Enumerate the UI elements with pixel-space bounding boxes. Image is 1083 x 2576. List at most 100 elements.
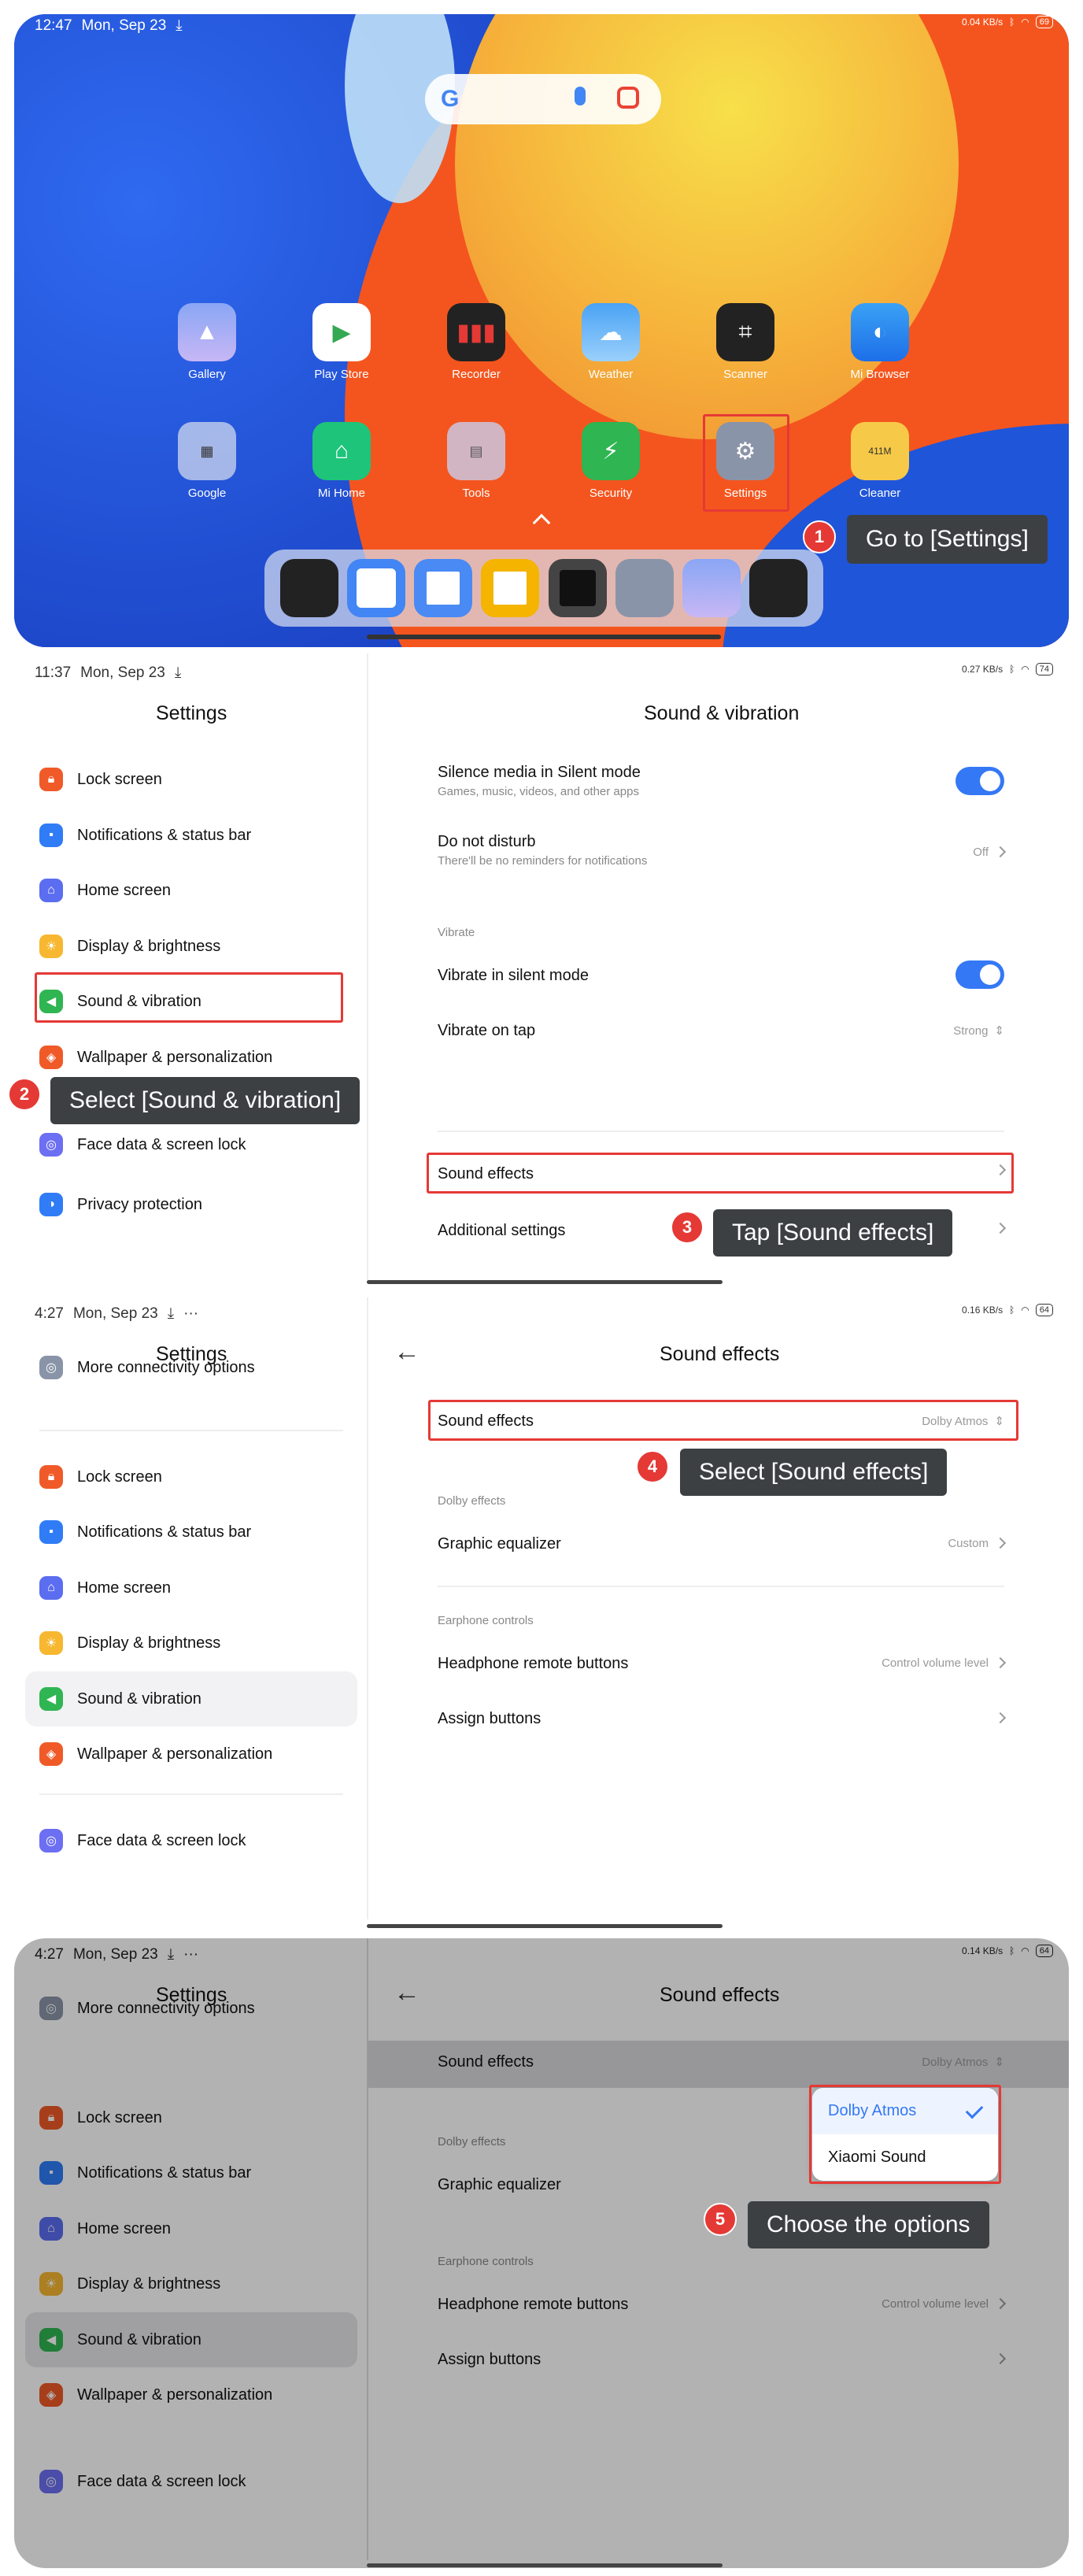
home-indicator[interactable] (367, 1924, 723, 1928)
equalizer-row[interactable]: Graphic equalizer Custom (438, 1535, 1007, 1553)
cleaner-icon: 411M (851, 422, 909, 480)
instruction-callout: Go to [Settings] (847, 515, 1048, 564)
sidebar-item-wallpaper[interactable]: ◈ Wallpaper & personalization (39, 1037, 272, 1078)
vibrate-toggle[interactable] (955, 960, 1004, 989)
app-play-store[interactable]: ▶ Play Store (294, 303, 389, 381)
more-icon: ··· (183, 1305, 199, 1322)
page-title: Sound & vibration (644, 702, 800, 724)
highlight-settings (703, 414, 789, 512)
silence-toggle[interactable] (955, 767, 1004, 795)
status-bar: 11:37 Mon, Sep 23 ⤓ (35, 664, 181, 682)
row-value: Strong ⇕ (953, 1023, 1004, 1038)
sidebar-item-privacy[interactable]: ◑ Privacy protection (39, 1184, 202, 1225)
lens-icon[interactable] (617, 87, 639, 109)
sidebar-item-label: Lock screen (77, 1468, 162, 1486)
step-badge: 1 (803, 520, 836, 553)
home-indicator[interactable] (367, 1280, 723, 1284)
home-indicator[interactable] (367, 2563, 723, 2567)
recorder-icon: ▮▮▮ (447, 303, 505, 361)
instruction-callout: Select [Sound & vibration] (50, 1077, 360, 1124)
notification-icon: ▪ (39, 1520, 63, 1544)
app-scanner[interactable]: ⌗ Scanner (698, 303, 793, 381)
chevron-right-icon (994, 1656, 1007, 1669)
sidebar-item-home-screen[interactable]: ⌂ Home screen (39, 870, 171, 911)
chrome-icon[interactable] (346, 559, 405, 617)
sidebar-item-home-screen[interactable]: ⌂ Home screen (39, 1567, 171, 1608)
app-tools[interactable]: ▤ Tools (429, 422, 523, 500)
gallery-icon[interactable] (682, 559, 741, 617)
app-weather[interactable]: ☁ Weather (564, 303, 658, 381)
sidebar-item-connectivity[interactable]: ◎ More connectivity options (39, 1354, 255, 1381)
app-label: Google (187, 487, 227, 500)
instruction-callout: Choose the options (748, 2201, 989, 2248)
camera-icon[interactable] (548, 559, 607, 617)
assign-buttons-row[interactable]: Assign buttons (438, 1710, 1007, 1728)
instruction-callout: Select [Sound effects] (680, 1449, 948, 1496)
vibrate-tap-row[interactable]: Vibrate on tap Strong ⇕ (438, 1022, 1004, 1040)
battery-icon: 64 (1035, 1304, 1053, 1316)
speaker-icon: ◀ (39, 1687, 63, 1711)
app-label: Weather (588, 368, 634, 381)
google-icon[interactable]: G (441, 86, 459, 113)
app-google[interactable]: ▦ Google (160, 422, 254, 500)
app-label: Mi Home (317, 487, 365, 500)
vibrate-tap-value: Strong (953, 1024, 989, 1038)
recorder-icon[interactable] (279, 559, 338, 617)
sidebar-item-display[interactable]: ☀ Display & brightness (39, 926, 220, 967)
pane-divider (367, 653, 368, 1283)
pane-divider (367, 1297, 368, 1919)
sidebar-item-lock-screen[interactable]: 🔒︎ Lock screen (39, 1456, 162, 1497)
home-indicator[interactable] (367, 635, 721, 639)
back-arrow-icon[interactable]: ← (394, 1337, 420, 1368)
app-label: Recorder (452, 368, 501, 381)
gear-icon[interactable] (615, 559, 674, 617)
app-gallery[interactable]: ▲ Gallery (160, 303, 254, 381)
home-icon: ⌂ (39, 879, 63, 902)
lock-icon: 🔒︎ (39, 1465, 63, 1489)
section-label: Vibrate (438, 926, 475, 939)
sidebar-item-face-data[interactable]: ◎ Face data & screen lock (39, 1820, 246, 1861)
row-title: Graphic equalizer (438, 1535, 561, 1553)
mic-icon[interactable] (575, 87, 586, 105)
app-cleaner[interactable]: 411M Cleaner (833, 422, 927, 500)
google-search-bar[interactable]: G (425, 74, 661, 124)
app-mi-browser[interactable]: ◐ Mi Browser (833, 303, 927, 381)
vibrate-silent-row[interactable]: Vibrate in silent mode (438, 960, 1004, 989)
scanner-icon[interactable] (749, 559, 808, 617)
silence-media-row[interactable]: Silence media in Silent mode Games, musi… (438, 764, 1004, 798)
mi-home-icon: ⌂ (312, 422, 371, 480)
sidebar-item-label: Home screen (77, 881, 171, 899)
messages-icon[interactable] (414, 559, 473, 617)
gallery-icon: ▲ (178, 303, 236, 361)
wallpaper-icon: ◈ (39, 1742, 63, 1766)
sound-effects-panel: 4:27 Mon, Sep 23 ⤓ ··· 0.16 KB/s ᛒ ◠ 64 … (0, 1297, 1083, 1938)
app-label: Mi Browser (850, 368, 910, 381)
net-speed: 0.16 KB/s (962, 1305, 1004, 1316)
sidebar-item-notifications[interactable]: ▪ Notifications & status bar (39, 815, 251, 856)
status-date: Mon, Sep 23 (81, 17, 167, 34)
divider (39, 1793, 343, 1795)
app-recorder[interactable]: ▮▮▮ Recorder (429, 303, 523, 381)
sidebar-item-lock-screen[interactable]: 🔒︎ Lock screen (39, 759, 162, 800)
sidebar-item-notifications[interactable]: ▪ Notifications & status bar (39, 1512, 251, 1553)
sidebar-item-face-data[interactable]: ◎ Face data & screen lock (39, 1124, 246, 1165)
dock (264, 550, 823, 627)
app-mi-home[interactable]: ⌂ Mi Home (294, 422, 389, 500)
sidebar-item-sound[interactable]: ◀ Sound & vibration (39, 1678, 201, 1719)
app-label: Tools (462, 487, 490, 500)
sidebar-title: Settings (156, 702, 227, 724)
status-right: 0.04 KB/s ᛒ ◠ 69 (962, 16, 1053, 28)
options-panel: 4:27 Mon, Sep 23 ⤓ ··· 0.14 KB/s ᛒ ◠ 64 … (0, 1938, 1083, 2576)
fingerprint-icon: ◎ (39, 1829, 63, 1852)
brightness-icon: ☀ (39, 935, 63, 958)
headphone-row[interactable]: Headphone remote buttons Control volume … (438, 1655, 1007, 1673)
video-player-icon[interactable] (481, 559, 540, 617)
chevron-right-icon (989, 1222, 1007, 1235)
sidebar-item-wallpaper[interactable]: ◈ Wallpaper & personalization (39, 1734, 272, 1775)
highlight-options (809, 2085, 1001, 2184)
play-store-icon: ▶ (312, 303, 371, 361)
app-security[interactable]: ⚡ Security (564, 422, 658, 500)
do-not-disturb-row[interactable]: Do not disturb There'll be no reminders … (438, 833, 1007, 868)
status-right: 0.16 KB/s ᛒ ◠ 64 (962, 1304, 1053, 1316)
sidebar-item-display[interactable]: ☀ Display & brightness (39, 1623, 220, 1664)
